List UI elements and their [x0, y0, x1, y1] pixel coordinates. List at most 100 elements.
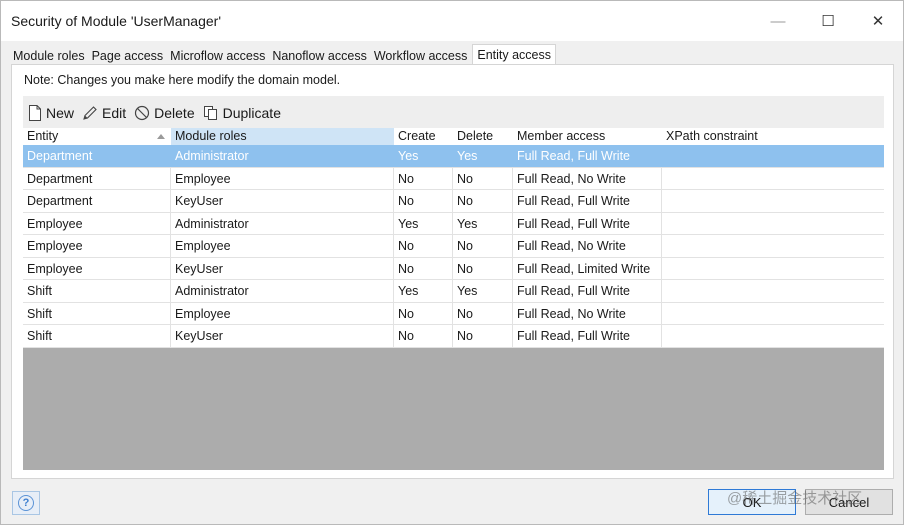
cell-create: Yes — [394, 145, 453, 167]
sort-ascending-icon — [157, 134, 165, 139]
cell-delete: No — [453, 325, 513, 347]
table-row[interactable]: Employee Employee No No Full Read, No Wr… — [23, 235, 884, 258]
cell-member-access: Full Read, No Write — [513, 167, 662, 190]
close-button[interactable]: ✕ — [853, 1, 903, 41]
cell-create: Yes — [394, 212, 453, 235]
cell-create: Yes — [394, 280, 453, 302]
cell-entity: Employee — [23, 257, 171, 280]
cell-module-role: KeyUser — [171, 190, 394, 212]
edit-label: Edit — [102, 104, 127, 121]
column-header-create[interactable]: Create — [394, 128, 453, 145]
edit-button[interactable]: Edit — [82, 105, 126, 121]
cell-member-access: Full Read, Full Write — [513, 145, 662, 167]
cell-delete: Yes — [453, 145, 513, 167]
watermark: @稀土掘金技术社区 — [727, 490, 863, 507]
cell-module-role: Administrator — [171, 145, 394, 167]
cell-create: No — [394, 190, 453, 212]
cell-xpath — [662, 213, 884, 235]
help-button[interactable]: ? — [12, 491, 40, 515]
cell-module-role: KeyUser — [171, 325, 394, 347]
table-row[interactable]: Department KeyUser No No Full Read, Full… — [23, 190, 884, 213]
help-icon: ? — [18, 495, 34, 511]
column-header-delete[interactable]: Delete — [453, 128, 513, 145]
cell-entity: Shift — [23, 325, 171, 347]
column-header-member-access[interactable]: Member access — [513, 128, 662, 145]
cell-create: No — [394, 235, 453, 257]
new-button[interactable]: New — [28, 104, 75, 121]
cell-delete: No — [453, 302, 513, 325]
duplicate-button[interactable]: Duplicate — [203, 105, 281, 121]
cell-delete: No — [453, 257, 513, 280]
title-bar: Security of Module 'UserManager' — ☐ ✕ — [1, 1, 903, 41]
cell-create: No — [394, 257, 453, 280]
cell-delete: Yes — [453, 212, 513, 235]
table-row[interactable]: Employee Administrator Yes Yes Full Read… — [23, 212, 884, 235]
tab-entity-access[interactable]: Entity access — [472, 44, 557, 65]
new-document-icon — [28, 104, 42, 121]
cell-entity: Department — [23, 190, 171, 212]
cell-xpath — [662, 303, 884, 325]
table-row[interactable]: Shift Administrator Yes Yes Full Read, F… — [23, 280, 884, 303]
window-controls: — ☐ ✕ — [753, 1, 903, 41]
cell-module-role: Administrator — [171, 212, 394, 235]
window-title: Security of Module 'UserManager' — [11, 13, 221, 29]
tab-module-roles[interactable]: Module roles — [11, 47, 87, 65]
tab-nanoflow-access[interactable]: Nanoflow access — [270, 47, 369, 65]
entity-access-grid: Entity Module roles Create Delete Member… — [23, 128, 884, 470]
cell-member-access: Full Read, Full Write — [513, 280, 662, 302]
cell-entity: Shift — [23, 280, 171, 302]
cell-xpath — [662, 258, 884, 280]
cell-member-access: Full Read, Full Write — [513, 190, 662, 212]
minimize-button[interactable]: — — [753, 1, 803, 41]
grid-header: Entity Module roles Create Delete Member… — [23, 128, 884, 145]
duplicate-icon — [203, 105, 219, 121]
cell-entity: Shift — [23, 302, 171, 325]
tab-workflow-access[interactable]: Workflow access — [372, 47, 470, 65]
duplicate-label: Duplicate — [222, 104, 281, 121]
tab-microflow-access[interactable]: Microflow access — [168, 47, 267, 65]
delete-button[interactable]: Delete — [134, 104, 195, 121]
cell-xpath — [662, 235, 884, 257]
cell-entity: Department — [23, 167, 171, 190]
cell-create: No — [394, 302, 453, 325]
cell-xpath — [662, 325, 884, 347]
cell-module-role: Employee — [171, 302, 394, 325]
table-row[interactable]: Department Administrator Yes Yes Full Re… — [23, 145, 884, 168]
cell-member-access: Full Read, Full Write — [513, 212, 662, 235]
tab-page-access[interactable]: Page access — [90, 47, 166, 65]
column-header-entity[interactable]: Entity — [23, 128, 171, 145]
entity-access-panel: Note: Changes you make here modify the d… — [11, 64, 894, 479]
cell-delete: No — [453, 190, 513, 212]
tab-strip: Module roles Page access Microflow acces… — [11, 44, 559, 65]
cell-create: No — [394, 167, 453, 190]
delete-label: Delete — [154, 104, 195, 121]
maximize-button[interactable]: ☐ — [803, 1, 853, 41]
column-header-module-roles[interactable]: Module roles — [171, 128, 394, 145]
cell-module-role: Employee — [171, 167, 394, 190]
table-row[interactable]: Department Employee No No Full Read, No … — [23, 167, 884, 190]
cell-module-role: Administrator — [171, 280, 394, 302]
cell-member-access: Full Read, No Write — [513, 235, 662, 257]
cell-xpath — [662, 190, 884, 212]
cell-member-access: Full Read, Limited Write — [513, 257, 662, 280]
cell-delete: No — [453, 167, 513, 190]
new-label: New — [46, 104, 75, 121]
table-row[interactable]: Employee KeyUser No No Full Read, Limite… — [23, 257, 884, 280]
note-text: Note: Changes you make here modify the d… — [24, 73, 341, 87]
cell-entity: Employee — [23, 212, 171, 235]
cell-module-role: Employee — [171, 235, 394, 257]
cell-delete: Yes — [453, 280, 513, 302]
cell-member-access: Full Read, Full Write — [513, 325, 662, 347]
column-header-xpath-constraint[interactable]: XPath constraint — [662, 128, 884, 145]
cell-member-access: Full Read, No Write — [513, 302, 662, 325]
cell-entity: Employee — [23, 235, 171, 257]
table-row[interactable]: Shift KeyUser No No Full Read, Full Writ… — [23, 325, 884, 348]
cell-module-role: KeyUser — [171, 257, 394, 280]
cell-xpath — [662, 280, 884, 302]
cell-xpath — [662, 145, 884, 167]
toolbar: New Edit Delete Duplicate — [23, 96, 884, 129]
table-row[interactable]: Shift Employee No No Full Read, No Write — [23, 302, 884, 325]
prohibited-icon — [134, 105, 150, 121]
cell-xpath — [662, 168, 884, 190]
security-dialog: Security of Module 'UserManager' — ☐ ✕ M… — [0, 0, 904, 525]
